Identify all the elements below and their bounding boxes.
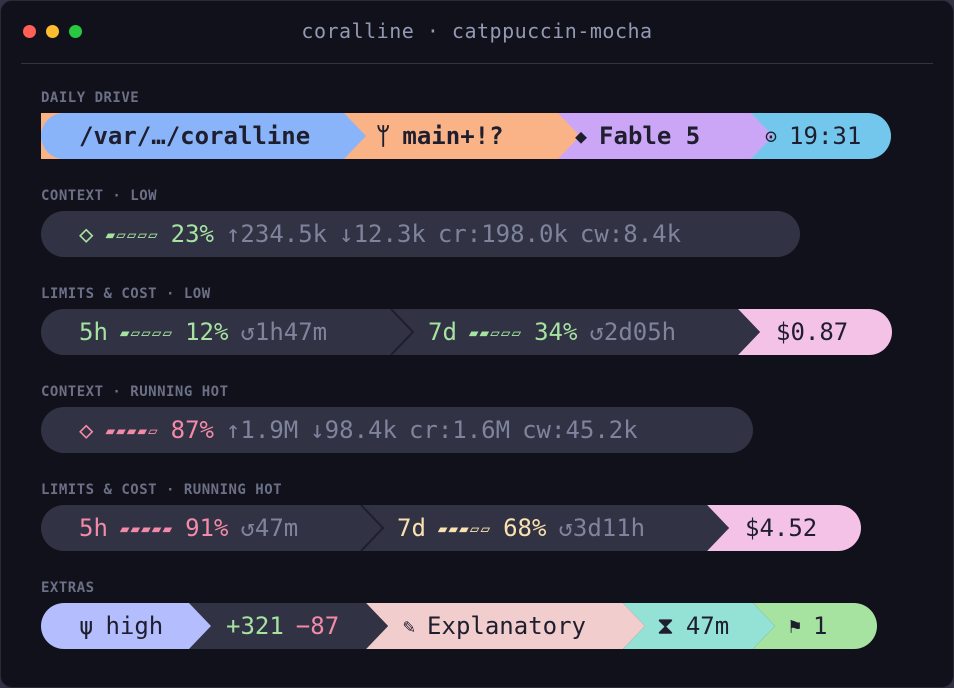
limit-5h-percent: 12% — [185, 318, 229, 346]
clock-time: 19:31 — [789, 122, 862, 150]
limit-7d-meter: ▰▰▱▱▱ — [468, 322, 523, 342]
section-label-context-low: CONTEXT · LOW — [41, 188, 158, 204]
model-name: Fable 5 — [599, 122, 701, 150]
context-meter: ▰▱▱▱▱ — [105, 224, 159, 244]
title-divider — [21, 63, 933, 64]
cache-write: cw:8.4k — [579, 220, 682, 248]
effort-level: high — [105, 612, 164, 640]
limit-7d-segment: 7d ▰▰▱▱▱ 34% ↺2d05h — [428, 309, 676, 355]
tokens-out: ↓12.3k — [339, 220, 426, 248]
clock-icon: ⊙ — [765, 124, 778, 148]
statusline-extras: ψ high +321 −87 ✎ Explanatory ⧗ 47m ⚑ 1 — [41, 603, 877, 649]
section-label-limits-low: LIMITS & COST · LOW — [41, 286, 211, 302]
section-label-extras: EXTRAS — [41, 580, 95, 596]
directory-path: /var/…/coralline — [79, 122, 311, 150]
terminal-window: coralline · catppuccin-mocha DAILY DRIVE… — [0, 0, 954, 688]
duration-segment: ⧗ 47m — [657, 603, 729, 649]
tokens-in: ↑1.9M — [225, 416, 299, 444]
context-segment: ◇ ▰▱▱▱▱ 23% ↑234.5k ↓12.3k cr:198.0k cw:8.4k — [79, 211, 681, 257]
session-cost: $0.87 — [776, 318, 849, 346]
cache-read: cr:1.6M — [408, 416, 511, 444]
flag-segment: ⚑ 1 — [789, 603, 828, 649]
directory-segment: /var/…/coralline — [79, 113, 310, 159]
context-meter: ▰▰▰▰▱ — [105, 420, 159, 440]
limit-7d-meter: ▰▰▰▱▱ — [437, 518, 492, 538]
git-branch: main+!? — [402, 122, 504, 150]
statusline-context-low: ◇ ▰▱▱▱▱ 23% ↑234.5k ↓12.3k cr:198.0k cw:8.4k — [41, 211, 800, 257]
section-label-limits-hot: LIMITS & COST · RUNNING HOT — [41, 482, 283, 498]
session-cost: $4.52 — [745, 514, 818, 542]
limit-5h-meter: ▰▱▱▱▱ — [119, 322, 174, 342]
cache-read: cr:198.0k — [437, 220, 568, 248]
lines-removed: −87 — [295, 612, 340, 640]
flag-count: 1 — [813, 612, 828, 640]
statusline-daily-drive: /var/…/coralline ᛘ main+!? ◆ Fable 5 ⊙ 19:3… — [41, 113, 916, 159]
limit-5h-segment: 5h ▰▱▱▱▱ 12% ↺1h47m — [79, 309, 327, 355]
statusline-limits-low: 5h ▰▱▱▱▱ 12% ↺1h47m 7d ▰▰▱▱▱ 34% ↺2d05h $0.87 — [41, 309, 892, 355]
limit-7d-label: 7d — [397, 514, 426, 542]
cache-write: cw:45.2k — [522, 416, 638, 444]
output-style: Explanatory — [427, 612, 586, 640]
limit-5h-reset: ↺1h47m — [240, 318, 328, 346]
limit-7d-reset: ↺2d05h — [589, 318, 677, 346]
limit-7d-segment: 7d ▰▰▰▱▱ 68% ↺3d11h — [397, 505, 645, 551]
cost-segment: $0.87 — [776, 309, 848, 355]
context-diamond-icon: ◇ — [79, 220, 94, 248]
limit-5h-meter: ▰▰▰▰▰ — [119, 518, 174, 538]
cost-segment: $4.52 — [745, 505, 817, 551]
limit-7d-percent: 34% — [534, 318, 578, 346]
psi-icon: ψ — [79, 612, 94, 640]
tokens-out: ↓98.4k — [310, 416, 397, 444]
statusline-context-hot: ◇ ▰▰▰▰▱ 87% ↑1.9M ↓98.4k cr:1.6M cw:45.2k — [41, 407, 753, 453]
session-duration: 47m — [685, 612, 730, 640]
limit-7d-label: 7d — [428, 318, 457, 346]
git-segment: ᛘ main+!? — [376, 113, 504, 159]
limit-5h-reset: ↺47m — [240, 514, 299, 542]
hourglass-icon: ⧗ — [657, 612, 674, 640]
flag-icon: ⚑ — [789, 614, 802, 638]
limit-5h-percent: 91% — [185, 514, 229, 542]
clock-segment: ⊙ 19:31 — [765, 113, 861, 159]
pencil-icon: ✎ — [403, 614, 416, 638]
statusline-limits-hot: 5h ▰▰▰▰▰ 91% ↺47m 7d ▰▰▰▱▱ 68% ↺3d11h $4.52 — [41, 505, 861, 551]
context-percent: 23% — [170, 220, 214, 248]
context-percent: 87% — [170, 416, 214, 444]
diamond-icon: ◆ — [575, 124, 588, 148]
git-branch-icon: ᛘ — [376, 122, 391, 150]
diff-segment: +321 −87 — [226, 603, 339, 649]
section-label-daily-drive: DAILY DRIVE — [41, 90, 140, 106]
limit-7d-reset: ↺3d11h — [558, 514, 646, 542]
limit-7d-percent: 68% — [503, 514, 547, 542]
context-segment: ◇ ▰▰▰▰▱ 87% ↑1.9M ↓98.4k cr:1.6M cw:45.2k — [79, 407, 638, 453]
section-label-context-hot: CONTEXT · RUNNING HOT — [41, 384, 229, 400]
output-style-segment: ✎ Explanatory — [403, 603, 586, 649]
title-bar: coralline · catppuccin-mocha — [1, 1, 953, 63]
effort-segment: ψ high — [79, 603, 163, 649]
limit-5h-label: 5h — [79, 318, 108, 346]
context-diamond-icon: ◇ — [79, 416, 94, 444]
window-title: coralline · catppuccin-mocha — [301, 19, 653, 43]
limit-5h-segment: 5h ▰▰▰▰▰ 91% ↺47m — [79, 505, 298, 551]
lines-added: +321 — [226, 612, 284, 640]
tokens-in: ↑234.5k — [225, 220, 328, 248]
limit-5h-label: 5h — [79, 514, 108, 542]
model-segment: ◆ Fable 5 — [575, 113, 700, 159]
